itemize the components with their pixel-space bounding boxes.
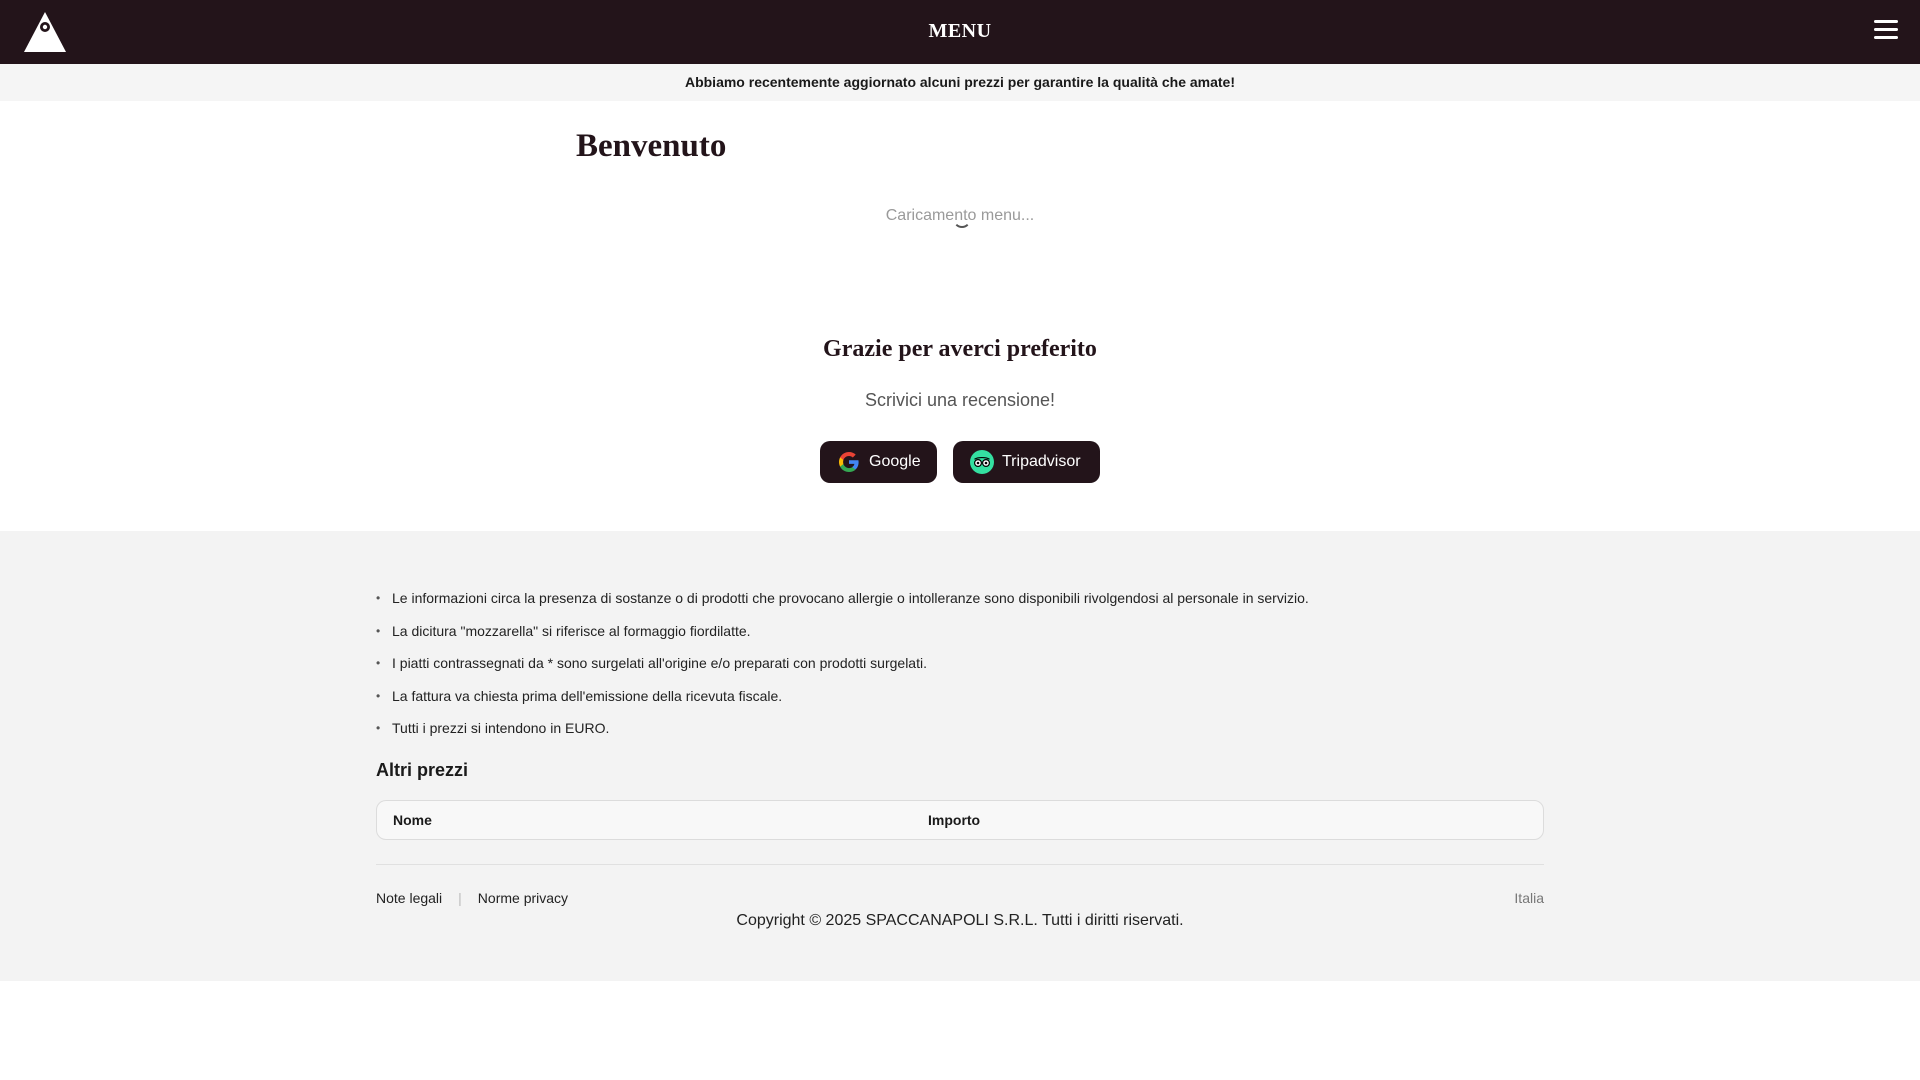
column-header-nome: Nome: [393, 812, 432, 828]
column-header-importo: Importo: [928, 812, 981, 828]
price-update-notice: Abbiamo recentemente aggiornato alcuni p…: [0, 64, 1920, 101]
info-item: Tutti i prezzi si intendono in EURO.: [376, 712, 1546, 745]
thanks-heading: Grazie per averci preferito: [823, 336, 1097, 362]
footer-divider: [376, 864, 1544, 865]
altri-prezzi-heading: Altri prezzi: [376, 760, 469, 780]
footer-links: Note legali | Norme privacy: [376, 890, 568, 906]
copyright-text: Copyright © 2025 SPACCANAPOLI S.R.L. Tut…: [736, 912, 1184, 929]
google-review-button[interactable]: Google: [820, 441, 937, 483]
legal-notes-link[interactable]: Note legali: [376, 890, 442, 906]
altri-prezzi-table: Nome Importo: [376, 800, 1544, 840]
info-item: La fattura va chiesta prima dell'emissio…: [376, 680, 1546, 713]
page-title: MENU: [928, 20, 992, 42]
top-bar: MENU: [0, 0, 1920, 64]
country-selector[interactable]: Italia: [1514, 890, 1544, 906]
link-separator: |: [458, 890, 462, 906]
footer: Le informazioni circa la presenza di sos…: [0, 531, 1920, 981]
welcome-heading: Benvenuto: [576, 128, 727, 164]
info-list: Le informazioni circa la presenza di sos…: [376, 582, 1546, 745]
tripadvisor-review-label: Tripadvisor: [1002, 453, 1081, 470]
google-review-label: Google: [869, 453, 921, 470]
google-icon: [837, 450, 861, 474]
loading-spinner-icon: [953, 210, 971, 228]
info-item: I piatti contrassegnati da * sono surgel…: [376, 647, 1546, 680]
review-subtitle: Scrivici una recensione!: [864, 390, 1056, 410]
info-item: Le informazioni circa la presenza di sos…: [376, 582, 1546, 615]
privacy-policy-link[interactable]: Norme privacy: [478, 890, 568, 906]
tripadvisor-review-button[interactable]: Tripadvisor: [953, 441, 1100, 483]
info-item: La dicitura "mozzarella" si riferisce al…: [376, 615, 1546, 648]
hamburger-menu-icon[interactable]: [1874, 20, 1900, 42]
review-buttons: Google Tripadvisor: [0, 441, 1920, 483]
tripadvisor-icon: [970, 450, 994, 474]
